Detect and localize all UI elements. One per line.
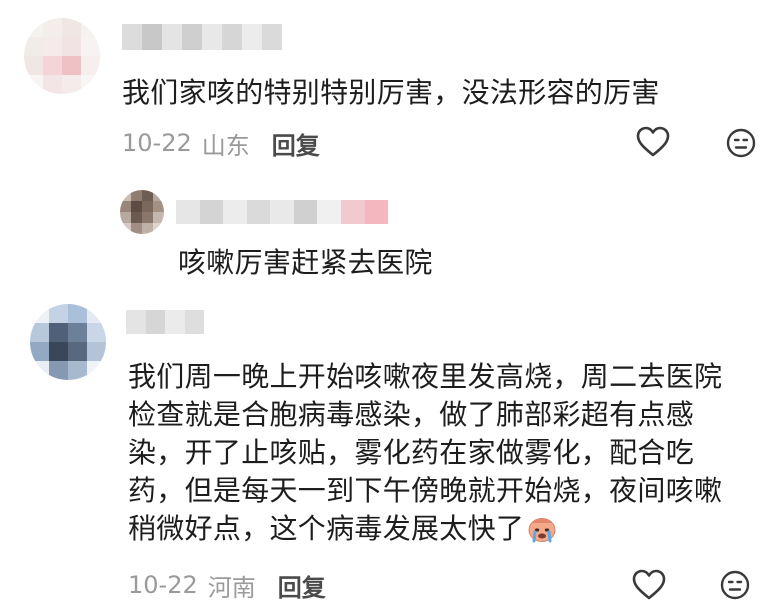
- comment-meta: 10-22 河南 回复: [128, 568, 326, 602]
- heart-outline-icon[interactable]: [636, 126, 670, 158]
- comment-text: 我们家咳的特别特别厉害，没法形容的厉害: [122, 76, 660, 109]
- crying-emoji: [528, 518, 556, 543]
- comment-location: 山东: [201, 131, 250, 160]
- reply-text: 咳嗽厉害赶紧去医院: [178, 246, 433, 279]
- comment-date: 10-22: [122, 129, 192, 157]
- avatar[interactable]: [24, 18, 100, 94]
- avatar[interactable]: [30, 304, 106, 380]
- reply-avatar[interactable]: [120, 190, 164, 234]
- comment-meta: 10-22 山东 回复: [122, 126, 320, 160]
- comment-location: 河南: [207, 573, 256, 602]
- comment-text-body: 我们周一晚上开始咳嗽夜里发高烧，周二去医院检查就是合胞病毒感染，做了肺部彩超有点…: [128, 360, 723, 545]
- reply-button[interactable]: 回复: [272, 126, 320, 161]
- emoji-face-icon[interactable]: [726, 128, 756, 158]
- comment-date: 10-22: [128, 571, 198, 599]
- username-redacted: [122, 24, 282, 50]
- username-redacted: [126, 310, 204, 334]
- reply-username-redacted: [176, 200, 389, 224]
- emoji-face-icon[interactable]: [720, 570, 750, 600]
- heart-outline-icon[interactable]: [632, 569, 666, 601]
- comment-text: 我们周一晚上开始咳嗽夜里发高烧，周二去医院检查就是合胞病毒感染，做了肺部彩超有点…: [128, 358, 740, 548]
- reply-button[interactable]: 回复: [278, 568, 326, 603]
